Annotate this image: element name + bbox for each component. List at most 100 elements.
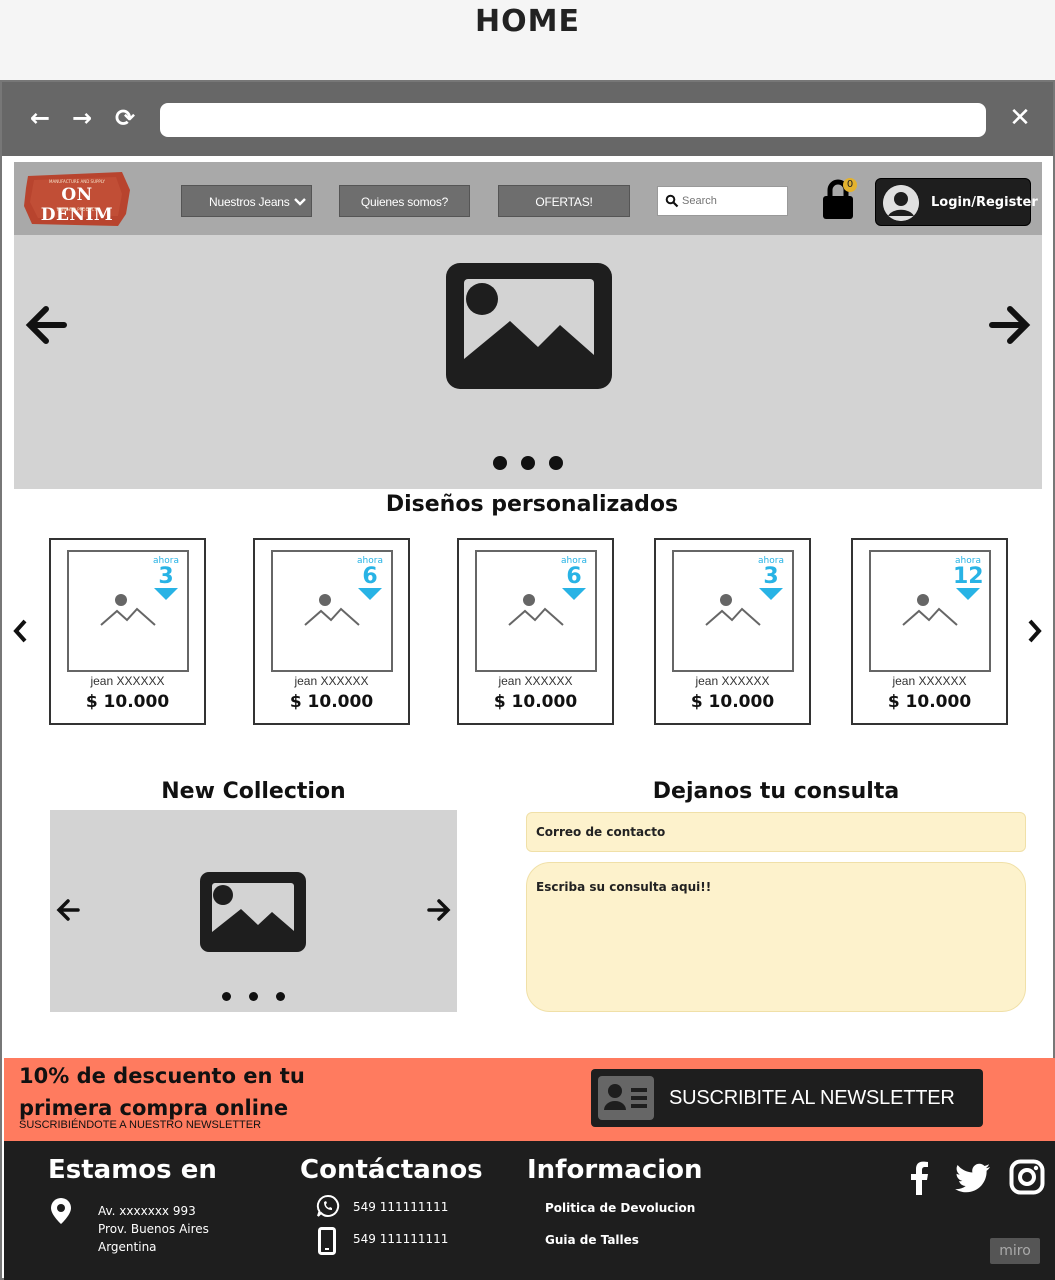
product-price: $ 10.000	[493, 692, 578, 712]
back-arrow-icon[interactable]: ←	[26, 104, 54, 132]
login-register-label: Login/Register	[931, 195, 1038, 210]
contact-email-field[interactable]	[526, 812, 1026, 852]
carousel-dot[interactable]	[549, 456, 563, 470]
footer-address-line: Prov. Buenos Aires	[98, 1222, 209, 1236]
hero-next-arrow-icon[interactable]	[988, 303, 1032, 347]
product-thumbnail[interactable]: ahora 3	[672, 550, 794, 672]
carousel-dot[interactable]	[249, 992, 258, 1001]
page-title: HOME	[475, 4, 580, 39]
product-card[interactable]: ahora 3 jean XXXXXX $ 10.000	[49, 538, 206, 725]
installments-badge: ahora 3	[756, 556, 786, 600]
hero-carousel-dots	[493, 456, 563, 470]
image-placeholder-icon	[446, 263, 612, 389]
installments-count: 6	[362, 564, 378, 589]
product-price: $ 10.000	[690, 692, 775, 712]
promo-headline: 10% de descuento en tu primera compra on…	[19, 1064, 305, 1120]
image-placeholder-icon	[705, 594, 761, 626]
product-card[interactable]: ahora 6 jean XXXXXX $ 10.000	[253, 538, 410, 725]
image-placeholder-icon	[902, 594, 958, 626]
products-prev-arrow-icon[interactable]	[10, 616, 30, 646]
product-price: $ 10.000	[887, 692, 972, 712]
product-name: jean XXXXXX	[498, 674, 573, 688]
arrow-down-icon	[759, 588, 783, 600]
footer-address-line: Argentina	[98, 1240, 157, 1254]
image-placeholder-icon	[304, 594, 360, 626]
footer-link-guia-talles[interactable]: Guia de Talles	[545, 1233, 639, 1247]
contact-message-field[interactable]	[526, 862, 1026, 1012]
footer-phone-number: 549 111111111	[353, 1232, 449, 1246]
logo[interactable]: MANUFACTURE AND SUPPLY ON DENIM FINISHED…	[22, 170, 132, 228]
footer-address-line: Av. xxxxxxx 993	[98, 1204, 196, 1218]
product-name: jean XXXXXX	[294, 674, 369, 688]
product-thumbnail[interactable]: ahora 6	[475, 550, 597, 672]
newsletter-subscribe-button[interactable]: SUSCRIBITE AL NEWSLETTER	[591, 1069, 983, 1127]
footer-info-title: Informacion	[527, 1155, 703, 1185]
twitter-icon[interactable]	[954, 1159, 992, 1197]
close-icon[interactable]: ✕	[1006, 104, 1034, 132]
url-bar[interactable]	[160, 103, 986, 137]
nav-nuestros-jeans-label: Nuestros Jeans	[209, 195, 290, 209]
image-placeholder-icon	[100, 594, 156, 626]
footer-contact-title: Contáctanos	[300, 1155, 483, 1185]
nav-nuestros-jeans-dropdown[interactable]: Nuestros Jeans	[181, 185, 312, 217]
carousel-dot[interactable]	[493, 456, 507, 470]
product-price: $ 10.000	[85, 692, 170, 712]
miro-watermark: miro	[990, 1238, 1040, 1264]
installments-count: 3	[763, 564, 779, 589]
collection-carousel-dots	[222, 992, 285, 1001]
carousel-dot[interactable]	[222, 992, 231, 1001]
installments-count: 6	[566, 564, 582, 589]
installments-badge: ahora 12	[953, 556, 984, 600]
hero-prev-arrow-icon[interactable]	[24, 303, 68, 347]
browser-window: ← → ⟳ ✕ MANUFACTURE AND SUPPLY ON DENIM …	[0, 80, 1055, 1280]
user-avatar-icon	[883, 185, 919, 221]
products-next-arrow-icon[interactable]	[1025, 616, 1045, 646]
footer-whatsapp-number: 549 111111111	[353, 1200, 449, 1214]
contact-card-icon	[598, 1076, 654, 1120]
image-placeholder-icon	[508, 594, 564, 626]
product-price: $ 10.000	[289, 692, 374, 712]
location-pin-icon	[51, 1198, 71, 1224]
product-thumbnail[interactable]: ahora 3	[67, 550, 189, 672]
whatsapp-icon	[316, 1194, 340, 1217]
nav-quienes-somos[interactable]: Quienes somos?	[339, 185, 470, 217]
product-card[interactable]: ahora 12 jean XXXXXX $ 10.000	[851, 538, 1008, 725]
installments-count: 12	[953, 564, 984, 589]
mobile-phone-icon	[318, 1227, 336, 1255]
product-thumbnail[interactable]: ahora 12	[869, 550, 991, 672]
search-box	[657, 186, 788, 216]
footer-link-politica-devolucion[interactable]: Politica de Devolucion	[545, 1201, 695, 1215]
hero-carousel	[14, 235, 1042, 489]
reload-icon[interactable]: ⟳	[111, 104, 139, 132]
search-input[interactable]	[682, 187, 786, 215]
logo-bottom-text: FINISHED PRODUCT	[57, 207, 97, 212]
footer-location-title: Estamos en	[48, 1155, 217, 1185]
carousel-dot[interactable]	[521, 456, 535, 470]
collection-prev-arrow-icon[interactable]	[54, 896, 82, 924]
products-section-title: Diseños personalizados	[385, 492, 679, 517]
arrow-down-icon	[358, 588, 382, 600]
cart-count-badge: 0	[843, 178, 857, 192]
product-card[interactable]: ahora 6 jean XXXXXX $ 10.000	[457, 538, 614, 725]
newsletter-button-label: SUSCRIBITE AL NEWSLETTER	[669, 1087, 955, 1109]
product-name: jean XXXXXX	[90, 674, 165, 688]
facebook-icon[interactable]	[901, 1159, 939, 1197]
browser-toolbar: ← → ⟳ ✕	[2, 82, 1053, 156]
collection-next-arrow-icon[interactable]	[425, 896, 453, 924]
carousel-dot[interactable]	[276, 992, 285, 1001]
instagram-icon[interactable]	[1009, 1159, 1045, 1195]
site-footer: Estamos en Av. xxxxxxx 993 Prov. Buenos …	[4, 1141, 1055, 1280]
new-collection-carousel	[50, 810, 457, 1012]
forward-arrow-icon[interactable]: →	[68, 104, 96, 132]
login-register-button[interactable]: Login/Register	[875, 178, 1038, 226]
chevron-down-icon	[294, 198, 306, 206]
product-card[interactable]: ahora 3 jean XXXXXX $ 10.000	[654, 538, 811, 725]
newsletter-promo-banner: 10% de descuento en tu primera compra on…	[4, 1058, 1055, 1141]
nav-ofertas[interactable]: OFERTAS!	[498, 185, 630, 217]
product-name: jean XXXXXX	[892, 674, 967, 688]
product-thumbnail[interactable]: ahora 6	[271, 550, 393, 672]
search-icon	[665, 194, 679, 208]
logo-top-text: MANUFACTURE AND SUPPLY	[49, 179, 105, 184]
image-placeholder-icon	[200, 872, 306, 952]
site-header: MANUFACTURE AND SUPPLY ON DENIM FINISHED…	[14, 162, 1042, 235]
